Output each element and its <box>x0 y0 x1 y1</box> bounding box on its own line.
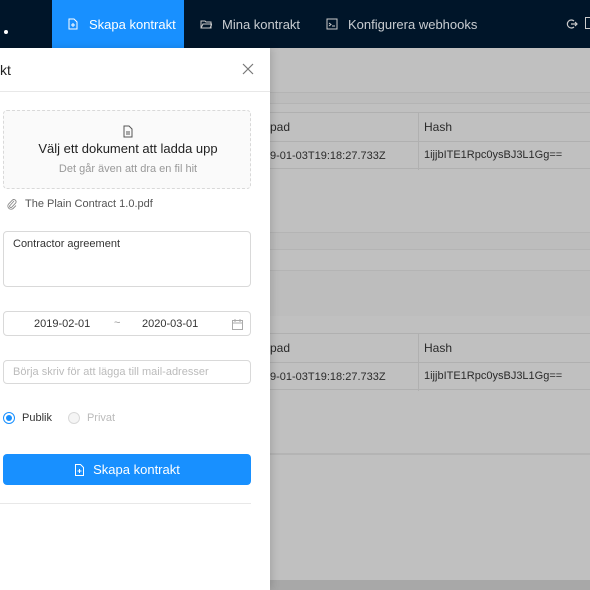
folder-open-icon <box>200 20 212 29</box>
nav-item-konfigurera-webhooks[interactable]: Konfigurera webhooks <box>326 0 477 48</box>
bg-table-header: Hash <box>424 341 453 355</box>
radio-public-label: Publik <box>22 412 52 424</box>
radio-private: Privat <box>67 412 116 424</box>
calendar-icon <box>232 319 243 330</box>
bg-table-header: pad <box>270 341 291 355</box>
create-contract-button[interactable]: Skapa kontrakt <box>3 454 251 485</box>
brand-logo <box>4 30 8 34</box>
logout-button[interactable] <box>566 17 578 35</box>
file-add-icon <box>75 463 85 476</box>
paperclip-icon <box>7 199 17 210</box>
radio-private-label: Privat <box>86 412 116 424</box>
file-name: The Plain Contract 1.0.pdf <box>25 198 153 210</box>
radio-public[interactable]: Publik <box>3 412 52 424</box>
drawer-header: kt <box>0 48 270 92</box>
bg-scrollbar <box>270 580 590 590</box>
bg-cell: 9-01-03T19:18:27.733Z <box>270 149 386 162</box>
menu-edge-icon <box>585 17 590 29</box>
bg-table-1: pad Hash 9-01-03T19:18:27.733Z 1ijjbITE1… <box>270 112 590 170</box>
radio-private-dot <box>67 412 80 424</box>
upload-dropzone[interactable]: Välj ett dokument att ladda upp Det går … <box>3 110 251 189</box>
date-start[interactable]: 2019-02-01 <box>34 318 90 330</box>
bg-table-header: Hash <box>424 120 453 134</box>
drawer-divider <box>0 503 251 504</box>
date-separator: ~ <box>114 317 121 329</box>
date-end[interactable]: 2020-03-01 <box>142 318 198 330</box>
email-input[interactable]: Börja skriv för att lägga till mail-adre… <box>3 360 251 384</box>
upload-text: Välj ett dokument att ladda upp <box>38 141 218 156</box>
bg-cell-hash: 1ijjbITE1Rpc0ysBJ3L1Gg== <box>424 149 563 161</box>
create-contract-label: Skapa kontrakt <box>93 462 180 477</box>
nav-label: Skapa kontrakt <box>89 16 176 32</box>
file-add-icon <box>68 18 78 30</box>
logout-icon <box>566 19 578 29</box>
drawer-title: kt <box>0 62 11 78</box>
description-textarea[interactable]: Contractor agreement <box>3 231 251 287</box>
radio-public-dot[interactable] <box>3 412 15 424</box>
uploaded-file[interactable]: The Plain Contract 1.0.pdf <box>7 198 153 210</box>
upload-hint: Det går även att dra en fil hit <box>58 163 198 175</box>
nav-label: Konfigurera webhooks <box>348 16 478 32</box>
close-icon[interactable] <box>242 63 254 75</box>
nav-item-skapa-kontrakt[interactable]: Skapa kontrakt <box>52 0 184 48</box>
nav-item-mina-kontrakt[interactable]: Mina kontrakt <box>200 0 300 48</box>
nav-label: Mina kontrakt <box>222 16 301 32</box>
file-icon <box>123 125 133 138</box>
visibility-radio-group: Publik Privat <box>3 412 131 424</box>
top-navbar: Skapa kontrakt Mina kontrakt Konfigurera… <box>0 0 590 48</box>
create-contract-drawer: kt Välj ett dokument att ladda upp Det g… <box>0 48 270 590</box>
date-range-picker[interactable]: 2019-02-01 ~ 2020-03-01 <box>3 311 251 336</box>
bg-cell: 9-01-03T19:18:27.733Z <box>270 370 386 383</box>
bg-cell-hash: 1ijjbITE1Rpc0ysBJ3L1Gg== <box>424 370 563 382</box>
code-icon <box>326 18 338 30</box>
bg-table-2: pad Hash 9-01-03T19:18:27.733Z 1ijjbITE1… <box>270 333 590 391</box>
bg-table-header: pad <box>270 120 291 134</box>
